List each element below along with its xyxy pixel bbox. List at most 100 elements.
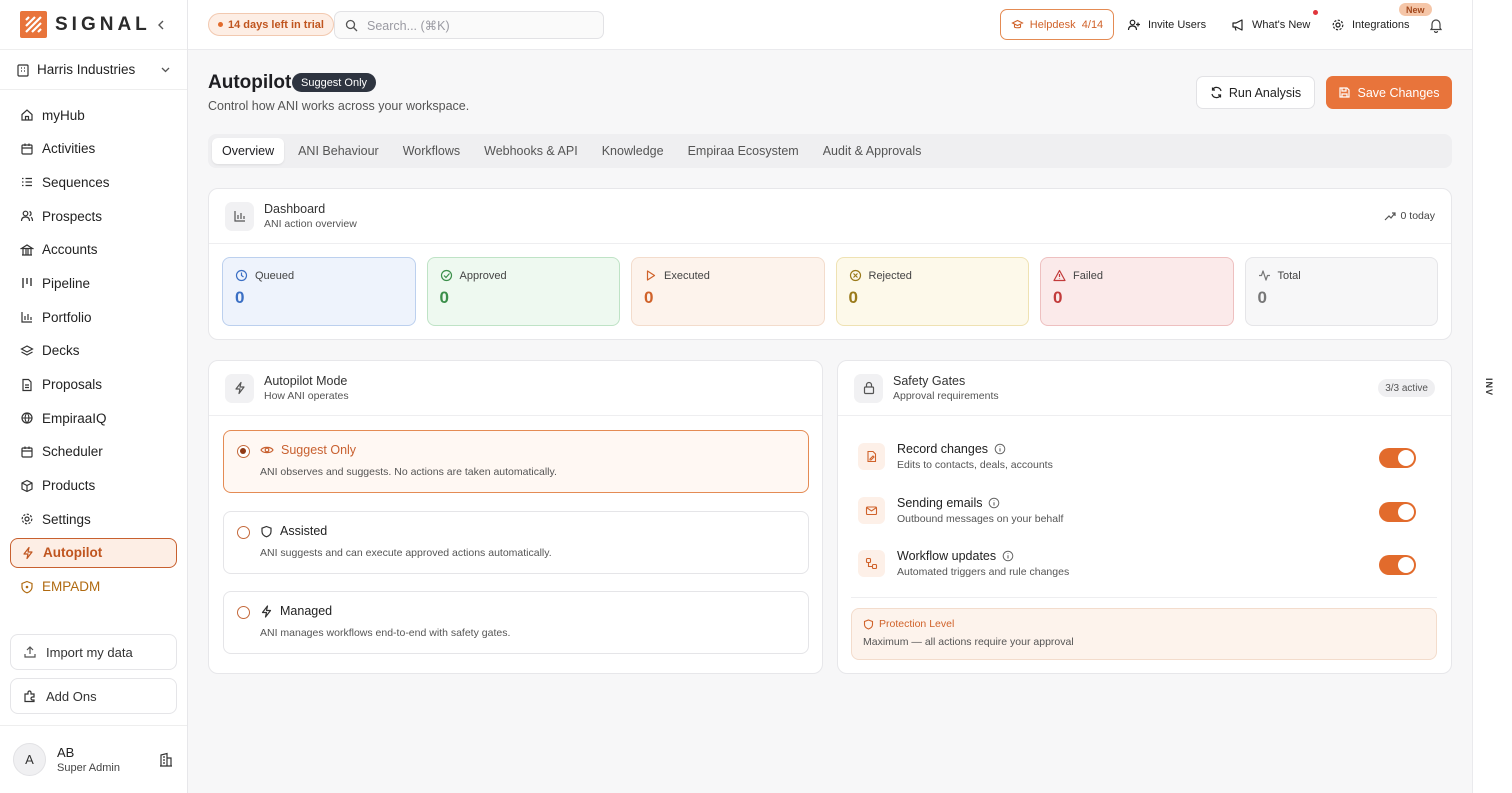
sidebar-item-label: Products [42, 478, 96, 494]
workspace-name: Harris Industries [37, 62, 136, 77]
whats-new-button[interactable]: What's New [1231, 0, 1310, 50]
stat-label: Queued [255, 269, 295, 282]
info-icon[interactable] [994, 443, 1006, 455]
sidebar-item-label: Sequences [42, 174, 110, 190]
sidebar-item-accounts[interactable]: Accounts [10, 235, 177, 265]
run-analysis-button[interactable]: Run Analysis [1196, 76, 1315, 109]
toggle-record-changes[interactable] [1379, 448, 1416, 468]
new-badge: New [1399, 3, 1432, 16]
page-subtitle: Control how ANI works across your worksp… [208, 99, 470, 113]
sidebar-item-settings[interactable]: Settings [10, 504, 177, 534]
sidebar-item-myhub[interactable]: myHub [10, 100, 177, 130]
tab-empiraa-ecosystem[interactable]: Empiraa Ecosystem [678, 138, 809, 164]
activity-icon [1258, 269, 1271, 282]
pipeline-icon [20, 276, 34, 290]
puzzle-icon [23, 689, 37, 703]
stat-queued[interactable]: Queued 0 [222, 257, 416, 326]
sidebar-item-prospects[interactable]: Prospects [10, 201, 177, 231]
tab-webhooks-api[interactable]: Webhooks & API [474, 138, 588, 164]
sidebar-item-pipeline[interactable]: Pipeline [10, 268, 177, 298]
user-role: Super Admin [57, 762, 120, 774]
tab-workflows[interactable]: Workflows [393, 138, 470, 164]
tab-overview[interactable]: Overview [212, 138, 285, 164]
autopilot-mode-header: Autopilot Mode How ANI operates [209, 361, 822, 416]
stat-approved[interactable]: Approved 0 [426, 257, 620, 326]
divider [851, 597, 1437, 598]
eye-icon [260, 443, 274, 457]
bolt-icon [225, 373, 254, 403]
tab-ani-behaviour[interactable]: ANI Behaviour [288, 138, 389, 164]
sidebar-item-scheduler[interactable]: Scheduler [10, 437, 177, 467]
trial-dot-icon [218, 22, 223, 27]
toggle-sending-emails[interactable] [1379, 502, 1416, 522]
gate-sending-emails: Sending emails Outbound messages on your… [858, 490, 1434, 530]
search-input[interactable]: Search... (⌘K) [334, 11, 604, 39]
check-circle-icon [440, 269, 453, 282]
sidebar-item-portfolio[interactable]: Portfolio [10, 302, 177, 332]
integrations-button[interactable]: Integrations [1331, 0, 1409, 50]
trending-up-icon [1384, 210, 1396, 222]
stat-executed[interactable]: Executed 0 [631, 257, 825, 326]
workspace-switcher[interactable]: Harris Industries [0, 50, 187, 90]
radio-assisted[interactable] [237, 526, 250, 539]
trial-text: 14 days left in trial [228, 18, 324, 31]
autopilot-mode-subtitle: How ANI operates [264, 390, 349, 402]
radio-suggest-only[interactable] [237, 445, 250, 458]
gate-workflow-updates: Workflow updates Automated triggers and … [858, 543, 1434, 583]
sidebar-item-proposals[interactable]: Proposals [10, 370, 177, 400]
sidebar-item-activities[interactable]: Activities [10, 134, 177, 164]
logo-row: SIGNAL [0, 0, 187, 50]
whats-new-label: What's New [1252, 19, 1311, 31]
sidebar-item-sequences[interactable]: Sequences [10, 167, 177, 197]
mode-name: Suggest Only [281, 443, 357, 457]
user-profile[interactable]: A AB Super Admin [0, 725, 187, 793]
sidebar-item-empadm[interactable]: EMPADM [10, 572, 177, 602]
trial-badge[interactable]: 14 days left in trial [208, 13, 334, 36]
globe-icon [20, 411, 34, 425]
safety-gates-card: Safety Gates Approval requirements 3/3 a… [837, 360, 1452, 674]
mode-option-assisted[interactable]: Assisted ANI suggests and can execute ap… [223, 511, 809, 574]
building-switch-icon[interactable] [158, 752, 174, 768]
sidebar-item-empiraaiq[interactable]: EmpiraaIQ [10, 403, 177, 433]
mode-option-managed[interactable]: Managed ANI manages workflows end-to-end… [223, 591, 809, 654]
radio-managed[interactable] [237, 606, 250, 619]
sidebar-item-decks[interactable]: Decks [10, 336, 177, 366]
megaphone-icon [1231, 18, 1245, 32]
side-strip-label[interactable]: INV [1484, 378, 1494, 396]
mode-option-suggest-only[interactable]: Suggest Only ANI observes and suggests. … [223, 430, 809, 493]
tab-audit-approvals[interactable]: Audit & Approvals [813, 138, 932, 164]
user-name: AB [57, 745, 75, 760]
import-data-button[interactable]: Import my data [10, 634, 177, 670]
x-circle-icon [849, 269, 862, 282]
safety-gates-title: Safety Gates [893, 374, 966, 388]
autopilot-mode-card: Autopilot Mode How ANI operates Suggest … [208, 360, 823, 674]
invite-users-button[interactable]: Invite Users [1127, 0, 1206, 50]
stat-label: Total [1277, 269, 1301, 282]
save-icon [1338, 86, 1351, 99]
save-changes-button[interactable]: Save Changes [1326, 76, 1452, 109]
sidebar-item-autopilot[interactable]: Autopilot [10, 537, 177, 568]
add-ons-button[interactable]: Add Ons [10, 678, 177, 714]
helpdesk-button[interactable]: Helpdesk 4/14 [1000, 9, 1114, 40]
home-icon [20, 108, 34, 122]
add-ons-label: Add Ons [46, 688, 97, 704]
sidebar-item-products[interactable]: Products [10, 471, 177, 501]
mode-description: ANI suggests and can execute approved ac… [260, 547, 552, 559]
toggle-workflow-updates[interactable] [1379, 555, 1416, 575]
info-icon[interactable] [1002, 550, 1014, 562]
stat-total[interactable]: Total 0 [1244, 257, 1438, 326]
stat-value: 0 [1257, 288, 1267, 307]
stat-rejected[interactable]: Rejected 0 [835, 257, 1029, 326]
gate-description: Edits to contacts, deals, accounts [897, 458, 1053, 471]
stat-failed[interactable]: Failed 0 [1040, 257, 1234, 326]
user-info: AB Super Admin [57, 745, 120, 774]
info-icon[interactable] [988, 497, 1000, 509]
gate-title: Workflow updates [897, 548, 997, 563]
collapse-sidebar-icon[interactable] [155, 19, 167, 31]
tab-knowledge[interactable]: Knowledge [592, 138, 674, 164]
notifications-button[interactable] [1428, 0, 1444, 50]
protection-title: Protection Level [879, 618, 955, 630]
layers-icon [20, 344, 34, 358]
save-changes-label: Save Changes [1357, 85, 1440, 100]
gate-description: Outbound messages on your behalf [897, 512, 1064, 525]
